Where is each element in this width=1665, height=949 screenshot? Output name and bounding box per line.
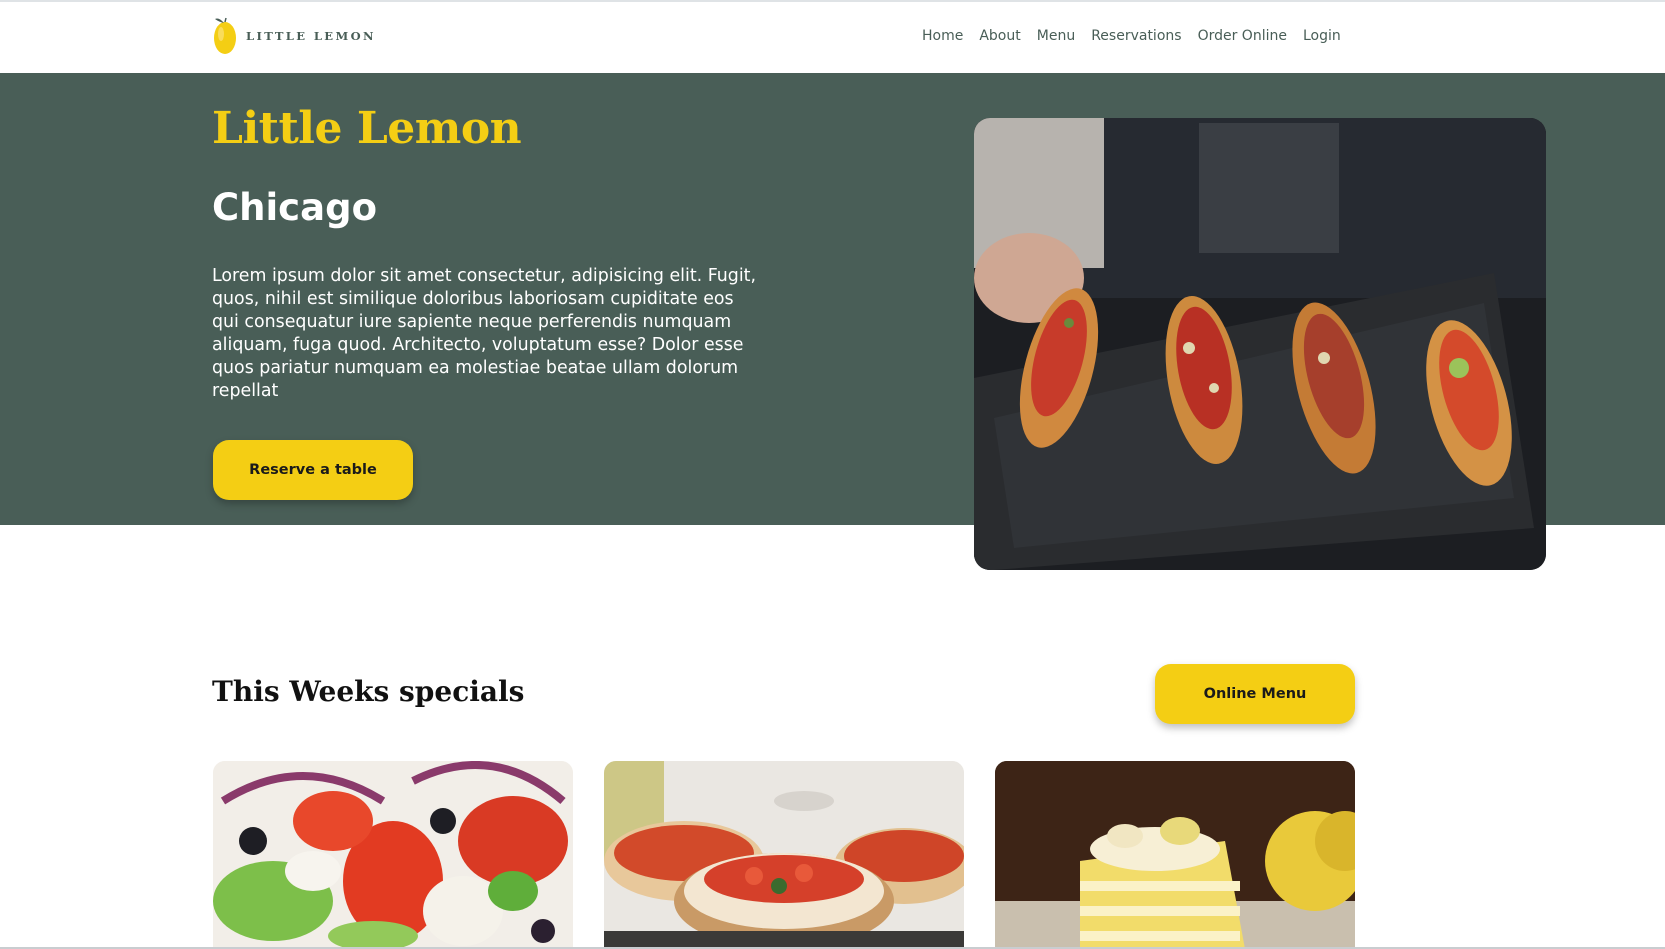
online-menu-button[interactable]: Online Menu (1155, 664, 1355, 724)
hero-subtitle: Chicago (212, 186, 377, 229)
logo[interactable]: LITTLE LEMON (212, 16, 376, 56)
hero-description: Lorem ipsum dolor sit amet consectetur, … (212, 266, 756, 401)
brand-name: LITTLE LEMON (246, 29, 376, 43)
reserve-table-button[interactable]: Reserve a table (213, 440, 413, 500)
nav-about[interactable]: About (979, 28, 1020, 44)
specials-title: This Weeks specials (212, 675, 525, 708)
nav-home[interactable]: Home (922, 28, 963, 44)
nav-reservations[interactable]: Reservations (1091, 28, 1181, 44)
lemon-icon (212, 16, 238, 56)
nav-order-online[interactable]: Order Online (1198, 28, 1287, 44)
hero-food-image (974, 118, 1546, 570)
main-nav: Home About Menu Reservations Order Onlin… (922, 28, 1357, 44)
special-card-image-bruschetta[interactable] (604, 761, 964, 949)
site-header: LITTLE LEMON Home About Menu Reservation… (0, 2, 1665, 73)
special-card-image-salad[interactable] (213, 761, 573, 949)
nav-login[interactable]: Login (1303, 28, 1341, 44)
nav-menu[interactable]: Menu (1037, 28, 1075, 44)
hero-title: Little Lemon (212, 103, 522, 154)
special-card-image-lemon-cake[interactable] (995, 761, 1355, 949)
